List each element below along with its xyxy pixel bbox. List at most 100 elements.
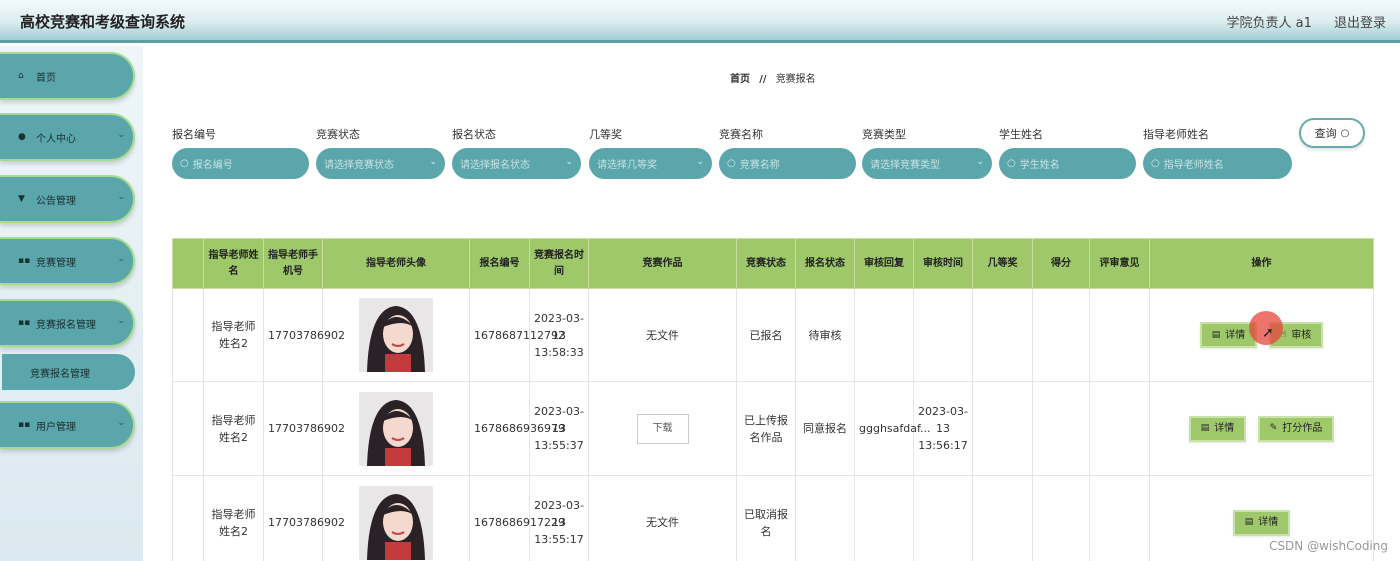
search-icon: ○ — [180, 158, 189, 169]
teacher-name-cell: 指导老师姓名2 — [203, 475, 264, 561]
sidebar-item-label: 竞赛管理 — [36, 257, 76, 269]
table-row: 指导老师姓名2 17703786902 1678687112792 2023-0… — [172, 288, 1374, 382]
sidebar-item-label: 首页 — [36, 72, 56, 84]
sidebar-item-enrollment-management[interactable]: ▪▪ 竞赛报名管理 ⌄ — [0, 299, 135, 347]
review-button[interactable]: ☝ 审核 — [1268, 322, 1324, 348]
details-button[interactable]: ▤ 详情 — [1232, 509, 1291, 536]
work-cell: 下载 — [588, 381, 737, 476]
breadcrumb: 首页 // 竞赛报名 — [730, 70, 816, 85]
col-header-review-opinion: 评审意见 — [1089, 238, 1150, 289]
prize-cell — [972, 288, 1033, 382]
review-opinion-cell — [1089, 381, 1150, 476]
enroll-status-select[interactable]: 请选择报名状态 ⌄ — [452, 148, 581, 179]
student-name-label: 学生姓名 — [999, 128, 1043, 141]
review-button-label: 审核 — [1291, 329, 1312, 341]
prize-cell — [972, 381, 1033, 476]
sidebar-item-home[interactable]: ⌂ 首页 — [0, 52, 135, 100]
row-select-cell[interactable] — [172, 288, 204, 382]
chevron-down-icon: ⌄ — [117, 418, 125, 428]
enroll-no-cell: 1678687112792 — [469, 288, 565, 382]
placeholder-text: 指导老师姓名 — [1163, 160, 1224, 171]
comp-name-label: 竞赛名称 — [719, 128, 763, 141]
enroll-no-cell: 1678686917229 — [469, 475, 565, 561]
col-header-enroll-status: 报名状态 — [795, 238, 855, 289]
chevron-down-icon: ⌄ — [565, 157, 573, 167]
teacher-name-cell: 指导老师姓名2 — [203, 381, 264, 476]
sidebar-item-user-management[interactable]: ▪▪ 用户管理 ⌄ — [0, 401, 135, 449]
col-header-teacher-phone: 指导老师手机号 — [263, 238, 323, 289]
sidebar-item-label: 公告管理 — [36, 195, 76, 207]
table-row: 指导老师姓名2 17703786902 16786869 — [172, 381, 1374, 476]
review-reply-cell: ggghsafdaf... — [854, 381, 931, 476]
sidebar-item-label: 用户管理 — [36, 421, 76, 433]
review-time-cell — [913, 475, 973, 561]
details-button[interactable]: ▤ 详情 — [1188, 415, 1247, 442]
details-button-label: 详情 — [1214, 423, 1235, 434]
top-header: 高校竞赛和考级查询系统 学院负责人 a1 退出登录 — [0, 0, 1400, 43]
placeholder-text: 请选择报名状态 — [460, 160, 530, 171]
enrollment-table: 指导老师姓名 指导老师手机号 指导老师头像 报名编号 竞赛报名时间 竞赛作品 竞… — [172, 238, 1374, 561]
comp-status-select[interactable]: 请选择竞赛状态 ⌄ — [316, 148, 445, 179]
query-button[interactable]: 查询 ○ — [1299, 118, 1365, 148]
student-name-input[interactable]: ○ 学生姓名 — [999, 148, 1136, 179]
teacher-avatar-image — [359, 298, 433, 372]
table-header-row: 指导老师姓名 指导老师手机号 指导老师头像 报名编号 竞赛报名时间 竞赛作品 竞… — [172, 238, 1374, 289]
work-cell: 无文件 — [588, 288, 737, 382]
enroll-status-label: 报名状态 — [452, 128, 496, 141]
teacher-phone-cell: 17703786902 — [263, 288, 345, 382]
document-icon: ▤ — [1200, 423, 1210, 433]
col-header-score: 得分 — [1032, 238, 1090, 289]
comp-type-label: 竞赛类型 — [862, 128, 906, 141]
comp-status-cell: 已报名 — [736, 288, 796, 382]
prize-cell — [972, 475, 1033, 561]
chevron-down-icon: ⌄ — [429, 157, 437, 167]
breadcrumb-home[interactable]: 首页 — [730, 74, 750, 85]
comp-type-select[interactable]: 请选择竞赛类型 ⌄ — [862, 148, 992, 179]
edit-icon: ✎ — [1269, 423, 1278, 433]
details-button-label: 详情 — [1258, 517, 1279, 528]
teacher-avatar-image — [359, 391, 433, 466]
placeholder-text: 报名编号 — [192, 160, 233, 171]
comp-name-input[interactable]: ○ 竞赛名称 — [719, 148, 856, 179]
sidebar-item-label: 个人中心 — [36, 133, 76, 145]
comp-status-cell: 已取消报名 — [736, 475, 796, 561]
teacher-name-input[interactable]: ○ 指导老师姓名 — [1143, 148, 1292, 179]
details-button[interactable]: ▤ 详情 — [1199, 322, 1258, 348]
row-select-cell[interactable] — [172, 475, 204, 561]
enroll-no-cell: 1678686936979 — [469, 381, 565, 476]
teacher-name-label: 指导老师姓名 — [1143, 128, 1209, 141]
grid-icon: ▪▪ — [18, 318, 31, 328]
enroll-status-cell: 待审核 — [795, 288, 855, 382]
watermark: CSDN @wishCoding — [1269, 539, 1388, 553]
score-work-button-label: 打分作品 — [1282, 423, 1323, 434]
submenu-item-enrollment-management[interactable]: 竞赛报名管理 — [2, 354, 135, 390]
sidebar-item-personal-center[interactable]: ● 个人中心 ⌄ — [0, 113, 135, 161]
actions-cell: ▤ 详情 ☝ 审核 — [1149, 288, 1374, 382]
sidebar-item-notice-management[interactable]: ▼ 公告管理 ⌄ — [0, 175, 135, 223]
enroll-no-input[interactable]: ○ 报名编号 — [172, 148, 309, 179]
col-header-actions: 操作 — [1149, 238, 1374, 289]
prize-select[interactable]: 请选择几等奖 ⌄ — [589, 148, 712, 179]
logout-link[interactable]: 退出登录 — [1334, 16, 1386, 31]
current-user-label: 学院负责人 a1 — [1226, 16, 1312, 31]
table-row: 指导老师姓名2 17703786902 16786869 — [172, 475, 1374, 561]
col-header-review-reply: 审核回复 — [854, 238, 914, 289]
actions-cell: ▤ 详情 ✎ 打分作品 — [1149, 381, 1374, 476]
prize-label: 几等奖 — [589, 128, 622, 141]
enroll-status-cell: 同意报名 — [795, 381, 855, 476]
download-button[interactable]: 下载 — [636, 413, 689, 444]
review-opinion-cell — [1089, 288, 1150, 382]
search-icon: ○ — [1007, 158, 1016, 169]
chevron-down-icon: ⌄ — [976, 157, 984, 167]
row-select-cell[interactable] — [172, 381, 204, 476]
score-cell — [1032, 381, 1090, 476]
header-user-area: 学院负责人 a1 退出登录 — [1208, 12, 1386, 31]
sidebar-item-competition-management[interactable]: ▪▪ 竞赛管理 ⌄ — [0, 237, 135, 285]
placeholder-text: 请选择几等奖 — [597, 160, 657, 171]
score-work-button[interactable]: ✎ 打分作品 — [1257, 415, 1335, 442]
teacher-avatar-image — [359, 485, 433, 560]
grid-icon: ▪▪ — [18, 256, 31, 266]
document-icon: ▤ — [1211, 329, 1221, 340]
placeholder-text: 请选择竞赛状态 — [324, 160, 394, 171]
review-reply-cell — [854, 288, 914, 382]
